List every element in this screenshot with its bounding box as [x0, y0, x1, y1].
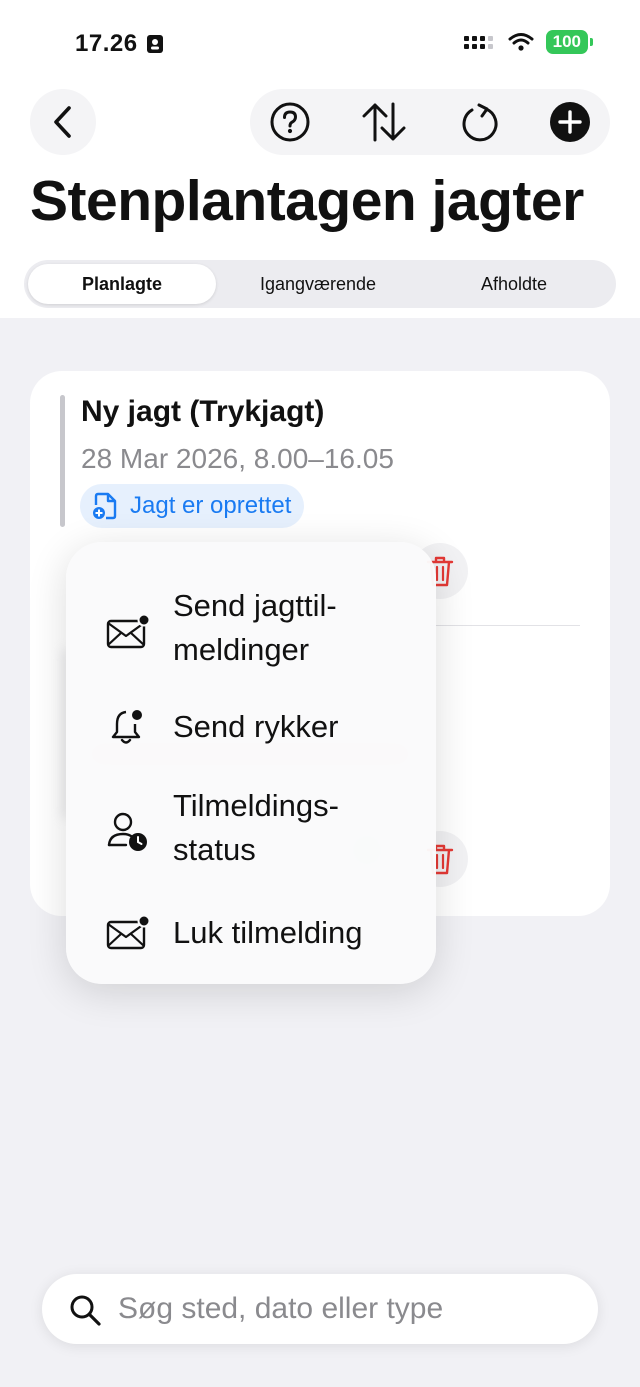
document-plus-icon	[93, 492, 117, 520]
search-icon	[70, 1295, 101, 1326]
tab-ongoing[interactable]: Igangværende	[224, 264, 412, 304]
sort-arrows-icon	[362, 102, 406, 142]
tab-planned[interactable]: Planlagte	[28, 264, 216, 304]
help-button[interactable]	[266, 98, 314, 146]
refresh-button[interactable]	[456, 98, 504, 146]
chevron-left-icon	[54, 106, 71, 138]
menu-item-label: Tilmeldings- status	[173, 788, 339, 867]
person-clock-icon	[104, 808, 152, 856]
envelope-badge-icon	[104, 909, 152, 957]
menu-item-label: Luk tilmelding	[173, 915, 363, 950]
menu-item-send-invitations[interactable]: Send jagttil- meldinger	[66, 572, 436, 692]
wifi-icon	[508, 33, 534, 51]
back-button[interactable]	[30, 89, 96, 155]
menu-item-close-registration[interactable]: Luk tilmelding	[66, 900, 436, 966]
search-input[interactable]	[118, 1274, 578, 1344]
event-title: Ny jagt (Trykjagt)	[81, 395, 325, 428]
status-time: 17.26	[75, 30, 138, 57]
battery-indicator: 100	[545, 30, 594, 54]
question-circle-icon	[270, 102, 310, 142]
status-badge-label: Jagt er oprettet	[130, 492, 292, 519]
cellular-signal-icon	[463, 36, 493, 49]
refresh-icon	[462, 103, 498, 142]
status-tabs: Planlagte Igangværende Afholdte	[24, 260, 616, 308]
add-hunt-button[interactable]	[546, 98, 594, 146]
envelope-badge-icon	[104, 608, 152, 656]
event-date: 28 Mar 2026, 8.00–16.05	[81, 443, 394, 474]
sort-button[interactable]	[360, 98, 408, 146]
top-header-area: 17.26 100 Stenplantagen jagter Planlagte…	[0, 0, 640, 318]
menu-item-label: Send rykker	[173, 709, 339, 744]
card-accent-bar	[60, 395, 65, 527]
search-bar[interactable]	[42, 1274, 598, 1344]
menu-item-label: Send jagttil- meldinger	[173, 588, 337, 667]
status-indicators: 100	[463, 30, 594, 54]
bell-badge-icon	[104, 703, 152, 751]
card-divider	[430, 625, 580, 626]
menu-item-registration-status[interactable]: Tilmeldings- status	[66, 778, 436, 882]
page-title: Stenplantagen jagter	[30, 169, 584, 233]
header-toolbar	[250, 89, 610, 155]
tab-completed[interactable]: Afholdte	[420, 264, 608, 304]
menu-item-send-reminder[interactable]: Send rykker	[66, 694, 436, 760]
plus-circle-icon	[550, 102, 590, 142]
context-menu: Send jagttil- meldinger Send rykker Tilm…	[66, 542, 436, 984]
status-badge: Jagt er oprettet	[80, 484, 305, 528]
id-card-icon	[147, 35, 163, 53]
